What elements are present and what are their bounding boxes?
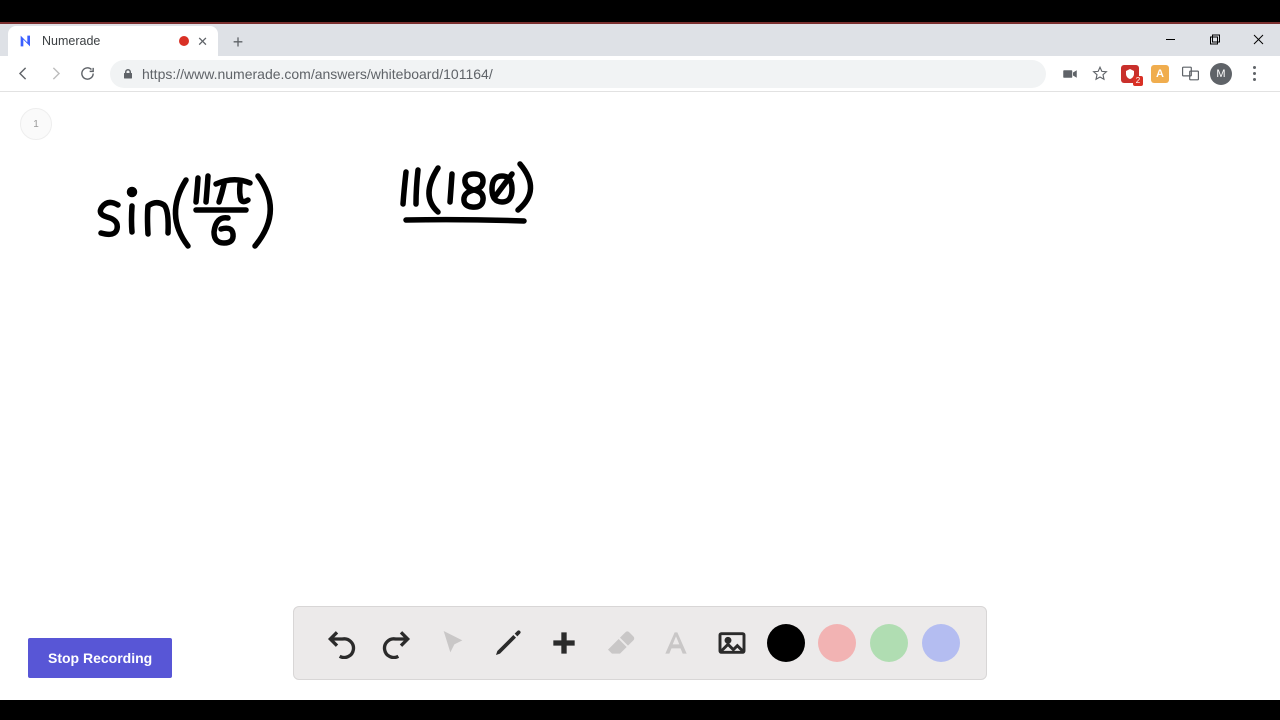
url-text: https://www.numerade.com/answers/whitebo…	[142, 66, 493, 82]
eraser-tool[interactable]	[599, 622, 641, 664]
page-content: 1	[0, 92, 1280, 700]
close-tab-icon[interactable]: ✕	[197, 35, 208, 48]
whiteboard-toolbar	[293, 606, 987, 680]
forward-button[interactable]	[40, 59, 70, 89]
camera-extension-icon[interactable]	[1060, 64, 1080, 84]
bookmark-star-icon[interactable]	[1090, 64, 1110, 84]
recording-indicator-icon	[179, 36, 189, 46]
pencil-tool[interactable]	[487, 622, 529, 664]
extension-shield-icon[interactable]: 2	[1120, 64, 1140, 84]
color-blue-swatch[interactable]	[922, 624, 960, 662]
browser-toolbar: https://www.numerade.com/answers/whitebo…	[0, 56, 1280, 92]
browser-menu-button[interactable]	[1242, 66, 1266, 81]
whiteboard-canvas[interactable]	[90, 162, 640, 337]
lock-icon	[122, 68, 134, 80]
extension-translate-icon[interactable]	[1180, 64, 1200, 84]
add-tool[interactable]	[543, 622, 585, 664]
minimize-button[interactable]	[1148, 24, 1192, 54]
redo-button[interactable]	[376, 622, 418, 664]
back-button[interactable]	[8, 59, 38, 89]
pointer-tool[interactable]	[432, 622, 474, 664]
new-tab-button[interactable]: +	[224, 28, 252, 56]
color-black-swatch[interactable]	[767, 624, 805, 662]
stop-recording-button[interactable]: Stop Recording	[28, 638, 172, 678]
text-tool[interactable]	[655, 622, 697, 664]
profile-avatar[interactable]: M	[1210, 63, 1232, 85]
address-bar[interactable]: https://www.numerade.com/answers/whitebo…	[110, 60, 1046, 88]
window-accent	[0, 22, 1280, 24]
image-tool[interactable]	[711, 622, 753, 664]
maximize-button[interactable]	[1192, 24, 1236, 54]
numerade-favicon-icon	[18, 33, 34, 49]
tab-strip: Numerade ✕ +	[0, 22, 1280, 56]
tab-title: Numerade	[42, 34, 171, 48]
browser-tab[interactable]: Numerade ✕	[8, 26, 218, 56]
undo-button[interactable]	[320, 622, 362, 664]
extension-a-icon[interactable]: A	[1150, 64, 1170, 84]
color-green-swatch[interactable]	[870, 624, 908, 662]
extension-badge: 2	[1133, 76, 1143, 86]
reload-button[interactable]	[72, 59, 102, 89]
color-red-swatch[interactable]	[818, 624, 856, 662]
page-number-badge[interactable]: 1	[20, 108, 52, 140]
close-window-button[interactable]	[1236, 24, 1280, 54]
